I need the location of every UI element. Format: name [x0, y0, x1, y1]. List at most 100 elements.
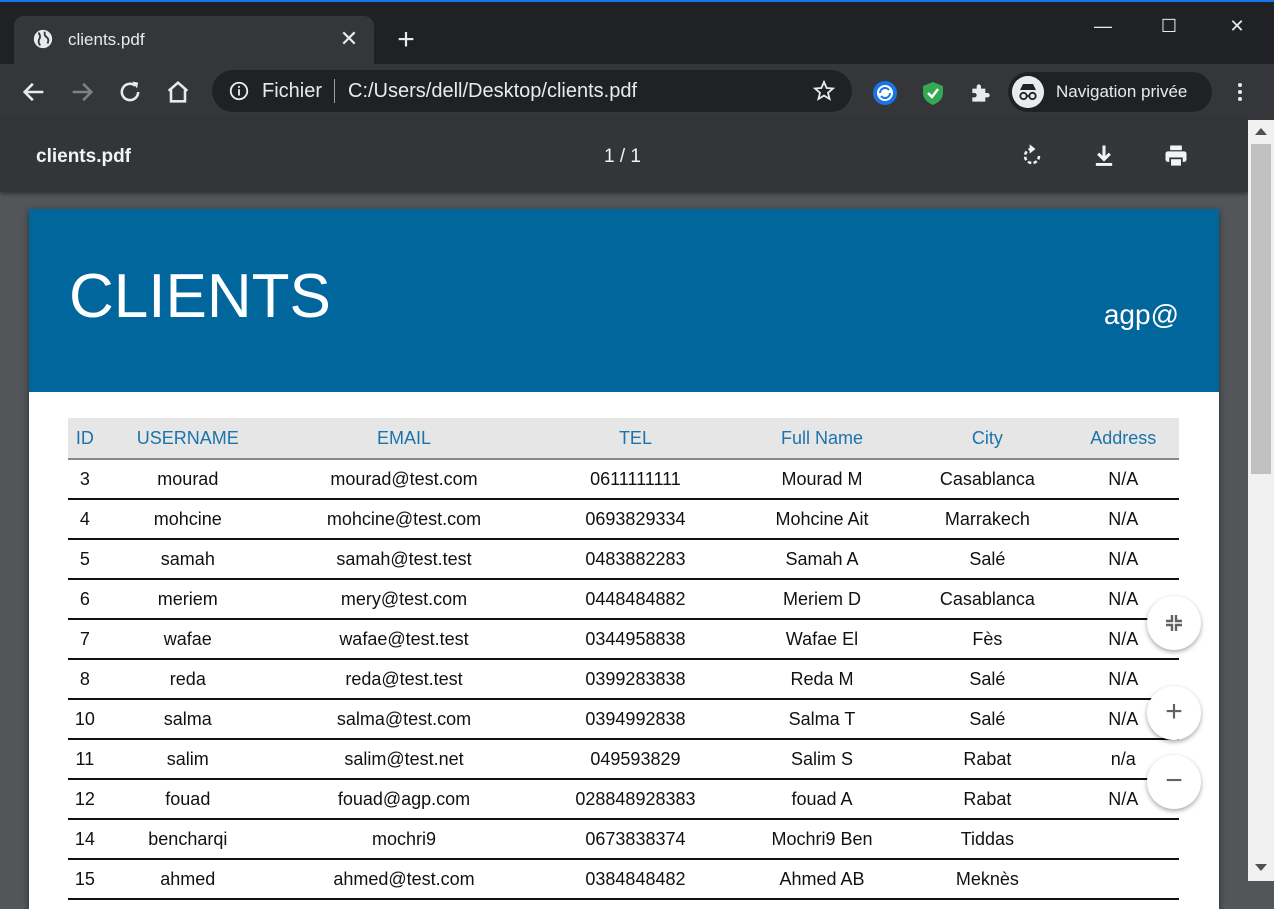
scroll-thumb[interactable] [1251, 144, 1271, 474]
table-cell: Salma T [736, 699, 908, 740]
fit-to-page-button[interactable] [1147, 596, 1201, 650]
close-window-button[interactable]: ✕ [1222, 12, 1252, 40]
extensions-puzzle-icon[interactable] [968, 80, 994, 106]
table-cell: reda [101, 659, 274, 700]
table-cell: wafae [101, 619, 274, 660]
column-header: ID [68, 418, 102, 460]
table-cell: mery@test.com [273, 579, 535, 620]
vertical-scrollbar[interactable] [1248, 120, 1274, 881]
table-cell: Marrakech [907, 499, 1068, 540]
tab-strip: clients.pdf ✕ + — ☐ ✕ [0, 0, 1274, 66]
table-cell: 0611111111 [534, 459, 737, 500]
table-cell: Tiddas [907, 819, 1068, 860]
table-cell: 11 [68, 739, 102, 780]
column-header: USERNAME [101, 418, 274, 460]
new-tab-button[interactable]: + [392, 25, 420, 55]
table-cell: Wafae El [736, 619, 908, 660]
table-cell: Samah A [736, 539, 908, 580]
table-cell: Rabat [907, 739, 1068, 780]
table-cell: 6 [68, 579, 102, 620]
table-row: 4 mohcine mohcine@test.com 0693829334 Mohcin… [68, 499, 1179, 540]
table-cell: Reda M [736, 659, 908, 700]
table-cell: wafae@test.test [273, 619, 535, 660]
table-cell: 049593829 [534, 739, 737, 780]
incognito-icon [1012, 76, 1044, 108]
table-cell: 0448484882 [534, 579, 737, 620]
table-cell: salma [101, 699, 274, 740]
more-menu-icon[interactable] [1228, 80, 1252, 104]
table-cell: samah [101, 539, 274, 580]
table-cell: 0693829334 [534, 499, 737, 540]
table-cell [1067, 859, 1179, 900]
clients-table: ID USERNAME EMAIL TEL Full Name City Address 3… [68, 418, 1179, 900]
rotate-icon[interactable] [1018, 142, 1046, 170]
table-row: 14 bencharqi mochri9 0673838374 Mochri9 Ben T… [68, 819, 1179, 860]
bookmark-star-icon[interactable] [812, 79, 836, 103]
print-icon[interactable] [1162, 142, 1190, 170]
table-cell: Ahmed AB [736, 859, 908, 900]
table-cell: mourad@test.com [273, 459, 535, 500]
forward-icon[interactable] [68, 78, 96, 106]
url-text[interactable]: C:/Users/dell/Desktop/clients.pdf [348, 80, 637, 103]
table-cell: 0344958838 [534, 619, 737, 660]
column-header: TEL [534, 418, 737, 460]
minimize-button[interactable]: — [1088, 12, 1118, 40]
shield-extension-icon[interactable] [920, 80, 946, 106]
address-bar[interactable]: Fichier C:/Users/dell/Desktop/clients.pd… [212, 70, 852, 112]
table-cell: Salim S [736, 739, 908, 780]
page-indicator: 1 / 1 [604, 146, 641, 167]
table-cell: Salé [907, 659, 1068, 700]
maximize-button[interactable]: ☐ [1154, 12, 1184, 40]
zoom-out-button[interactable]: − [1147, 755, 1201, 809]
globe-icon [33, 29, 53, 49]
table-cell: Meriem D [736, 579, 908, 620]
table-cell: mohcine [101, 499, 274, 540]
tab-close-icon[interactable]: ✕ [338, 28, 360, 50]
incognito-badge[interactable]: Navigation privée [1008, 72, 1212, 112]
table-cell: ahmed [101, 859, 274, 900]
table-cell [1067, 819, 1179, 860]
download-icon[interactable] [1090, 142, 1118, 170]
table-cell: salim@test.net [273, 739, 535, 780]
table-row: 8 reda reda@test.test 0399283838 Reda M Salé N… [68, 659, 1179, 700]
table-cell: fouad@agp.com [273, 779, 535, 820]
sync-extension-icon[interactable] [872, 80, 898, 106]
table-cell: fouad A [736, 779, 908, 820]
scroll-down-arrow-icon[interactable] [1255, 864, 1267, 871]
table-cell: 10 [68, 699, 102, 740]
table-cell: reda@test.test [273, 659, 535, 700]
table-cell: fouad [101, 779, 274, 820]
table-cell: Mourad M [736, 459, 908, 500]
table-cell: 5 [68, 539, 102, 580]
zoom-in-button[interactable]: + [1147, 686, 1201, 740]
back-icon[interactable] [20, 78, 48, 106]
table-cell: Casablanca [907, 459, 1068, 500]
table-cell: Meknès [907, 859, 1068, 900]
column-header: Address [1067, 418, 1179, 460]
table-cell: bencharqi [101, 819, 274, 860]
table-cell: salma@test.com [273, 699, 535, 740]
table-cell: 12 [68, 779, 102, 820]
table-cell: Salé [907, 699, 1068, 740]
table-cell: N/A [1067, 539, 1179, 580]
table-cell: 3 [68, 459, 102, 500]
url-scheme-label: Fichier [262, 80, 323, 102]
fit-page-icon [1166, 615, 1182, 631]
tab-clients-pdf[interactable]: clients.pdf ✕ [14, 16, 374, 66]
table-cell: N/A [1067, 499, 1179, 540]
table-cell: Casablanca [907, 579, 1068, 620]
reload-icon[interactable] [116, 78, 144, 106]
home-icon[interactable] [164, 78, 192, 106]
document-header: CLIENTS agp@ [29, 209, 1219, 392]
info-icon[interactable] [228, 80, 250, 102]
table-cell: 15 [68, 859, 102, 900]
scroll-up-arrow-icon[interactable] [1255, 128, 1267, 135]
table-cell: 028848928383 [534, 779, 737, 820]
column-header: EMAIL [273, 418, 535, 460]
table-body: 3 mourad mourad@test.com 0611111111 Mourad M… [68, 459, 1179, 900]
table-cell: 0394992838 [534, 699, 737, 740]
column-header: Full Name [736, 418, 908, 460]
zoom-out-icon: − [1165, 764, 1183, 797]
column-header: City [907, 418, 1068, 460]
table-cell: meriem [101, 579, 274, 620]
